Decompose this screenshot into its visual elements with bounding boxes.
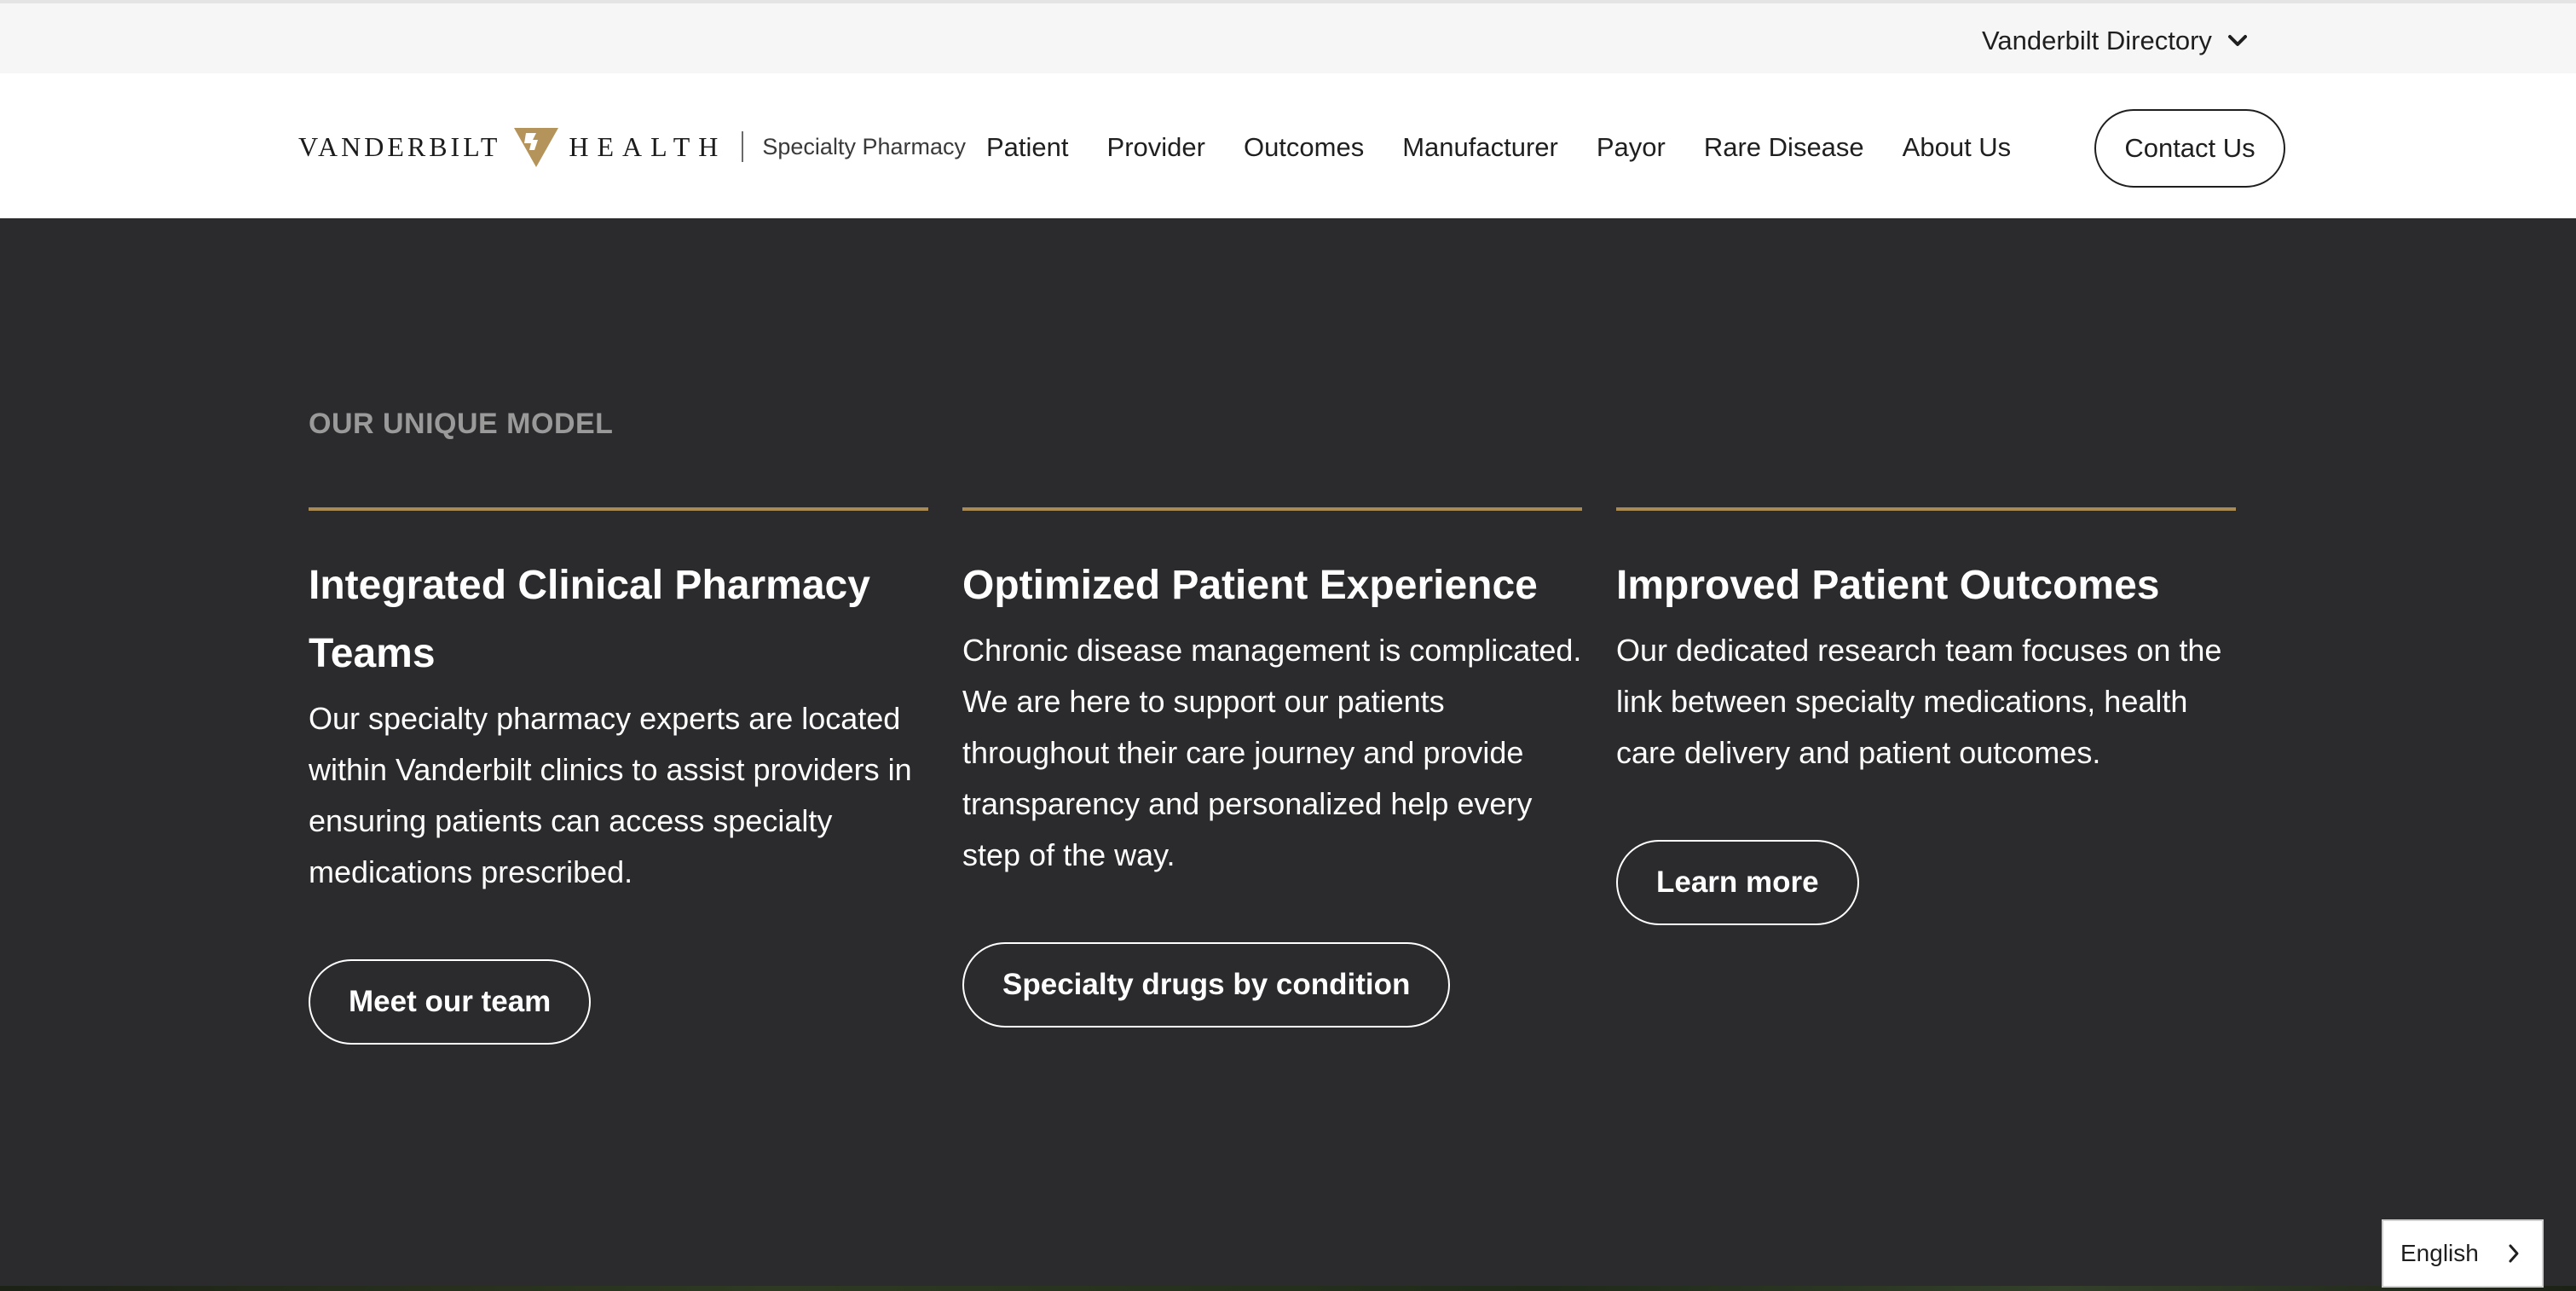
column-divider xyxy=(962,507,1582,511)
specialty-drugs-by-condition-button[interactable]: Specialty drugs by condition xyxy=(962,942,1451,1028)
section-eyebrow: OUR UNIQUE MODEL xyxy=(309,408,614,440)
column-divider xyxy=(309,507,928,511)
nav-item-about-us[interactable]: About Us xyxy=(1903,126,2012,169)
logo-word-vanderbilt: VANDERBILT xyxy=(298,131,501,162)
model-column-clinical-teams: Integrated Clinical Pharmacy Teams Our s… xyxy=(309,507,928,1045)
site-header: VANDERBILT HEALTH Specialty Pharmacy Pat… xyxy=(0,73,2576,218)
column-text: Our dedicated research team focuses on t… xyxy=(1616,633,2222,770)
nav-item-manufacturer[interactable]: Manufacturer xyxy=(1402,126,1558,169)
meet-our-team-button[interactable]: Meet our team xyxy=(309,959,592,1045)
directory-label: Vanderbilt Directory xyxy=(1982,26,2212,55)
logo-divider xyxy=(742,131,744,162)
column-text: Our specialty pharmacy experts are locat… xyxy=(309,701,912,889)
v-shield-logo-icon xyxy=(514,128,559,167)
logo-word-health: HEALTH xyxy=(569,131,727,162)
nav-item-patient[interactable]: Patient xyxy=(986,126,1069,169)
vanderbilt-directory-dropdown[interactable]: Vanderbilt Directory xyxy=(1982,24,2248,58)
model-column-patient-outcomes: Improved Patient Outcomes Our dedicated … xyxy=(1616,507,2236,925)
language-selector[interactable]: English xyxy=(2382,1219,2544,1288)
column-divider xyxy=(1616,507,2236,511)
main-nav: Patient Provider Outcomes Manufacturer P… xyxy=(986,126,2049,169)
nav-item-provider[interactable]: Provider xyxy=(1107,126,1205,169)
column-text: Chronic disease management is complicate… xyxy=(962,633,1582,872)
vanderbilt-health-logo[interactable]: VANDERBILT HEALTH Specialty Pharmacy xyxy=(298,123,966,171)
learn-more-button[interactable]: Learn more xyxy=(1616,840,1859,925)
chevron-right-icon xyxy=(2509,1244,2519,1263)
logo-subtitle: Specialty Pharmacy xyxy=(762,134,966,159)
chevron-down-icon xyxy=(2227,35,2247,46)
column-title: Integrated Clinical Pharmacy Teams xyxy=(309,563,870,676)
column-title: Improved Patient Outcomes xyxy=(1616,563,2160,608)
contact-us-button[interactable]: Contact Us xyxy=(2094,109,2285,188)
column-title: Optimized Patient Experience xyxy=(962,563,1538,608)
model-column-patient-experience: Optimized Patient Experience Chronic dis… xyxy=(962,507,1582,1028)
nav-item-payor[interactable]: Payor xyxy=(1597,126,1666,169)
nav-item-rare-disease[interactable]: Rare Disease xyxy=(1704,126,1864,169)
utility-bar: Vanderbilt Directory xyxy=(0,0,2576,73)
unique-model-section: OUR UNIQUE MODEL Integrated Clinical Pha… xyxy=(0,218,2576,1286)
background-image-strip xyxy=(0,1286,2576,1291)
language-label: English xyxy=(2400,1240,2479,1266)
nav-item-outcomes[interactable]: Outcomes xyxy=(1244,126,1364,169)
